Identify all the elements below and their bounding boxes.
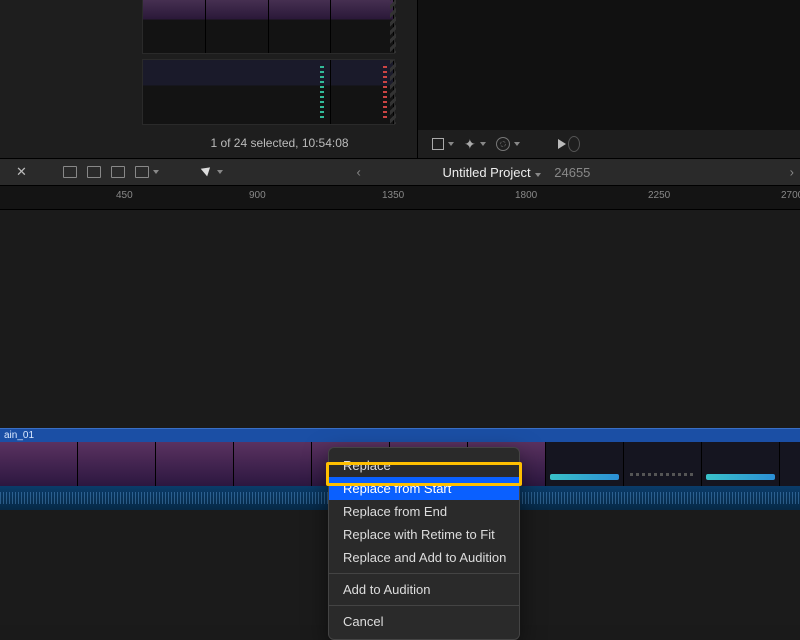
ruler-tick: 1800 xyxy=(515,190,575,201)
pointer-icon xyxy=(203,165,213,179)
timeline-history-back[interactable]: ‹ xyxy=(356,165,360,180)
browser-clip-1[interactable] xyxy=(142,0,395,54)
menu-item-replace-add-audition[interactable]: Replace and Add to Audition xyxy=(329,546,519,569)
viewer-canvas[interactable] xyxy=(418,0,800,130)
timecode-display[interactable]: 24655 xyxy=(554,165,590,180)
ruler-tick: 900 xyxy=(249,190,309,201)
timeline-index-button[interactable] xyxy=(63,166,77,178)
retime-tool[interactable] xyxy=(496,137,520,151)
transform-tool[interactable] xyxy=(432,138,454,150)
menu-item-replace-from-end[interactable]: Replace from End xyxy=(329,500,519,523)
chevron-down-icon xyxy=(535,173,541,177)
chevron-down-icon xyxy=(448,142,454,146)
menu-item-cancel[interactable]: Cancel xyxy=(329,610,519,633)
menu-item-replace-from-start[interactable]: Replace from Start xyxy=(329,477,519,500)
ruler-tick: 2700 xyxy=(781,190,800,201)
chevron-down-icon xyxy=(514,142,520,146)
menu-separator xyxy=(329,605,519,606)
play-icon xyxy=(558,139,566,149)
menu-item-replace-retime[interactable]: Replace with Retime to Fit xyxy=(329,523,519,546)
ruler-tick: 2250 xyxy=(648,190,708,201)
chevron-down-icon xyxy=(480,142,486,146)
ruler-tick: 450 xyxy=(116,190,176,201)
select-tool[interactable] xyxy=(203,165,223,179)
viewer-toolbar: ✦ xyxy=(418,130,800,158)
project-title[interactable]: Untitled Project xyxy=(442,165,540,180)
browser-selection-status: 1 of 24 selected, 10:54:08 xyxy=(142,136,417,150)
timeline-ruler[interactable]: 450 900 1350 1800 2250 2700 xyxy=(0,186,800,210)
chevron-down-icon xyxy=(217,170,223,174)
target-icon xyxy=(496,137,510,151)
menu-item-add-audition[interactable]: Add to Audition xyxy=(329,578,519,601)
close-secondary-button[interactable]: ✕ xyxy=(10,164,33,180)
enhance-tool[interactable]: ✦ xyxy=(464,137,486,151)
timeline-history-forward[interactable]: › xyxy=(790,165,794,180)
timeline-index-button-2[interactable] xyxy=(87,166,101,178)
loop-icon xyxy=(568,136,580,152)
clip-title-bar[interactable]: ain_01 xyxy=(0,428,800,442)
menu-separator xyxy=(329,573,519,574)
replace-context-menu: Replace Replace from Start Replace from … xyxy=(328,447,520,640)
browser-clip-2[interactable] xyxy=(142,59,395,125)
project-bar: ✕ ‹ Untitled Project 24655 › xyxy=(0,158,800,186)
play-button[interactable] xyxy=(558,136,580,152)
menu-item-replace[interactable]: Replace xyxy=(329,454,519,477)
ruler-tick: 1350 xyxy=(382,190,442,201)
clip-appearance-button[interactable] xyxy=(135,166,159,178)
wand-icon: ✦ xyxy=(464,137,476,151)
timeline-index-button-3[interactable] xyxy=(111,166,125,178)
browser-thumbnails xyxy=(142,0,395,125)
